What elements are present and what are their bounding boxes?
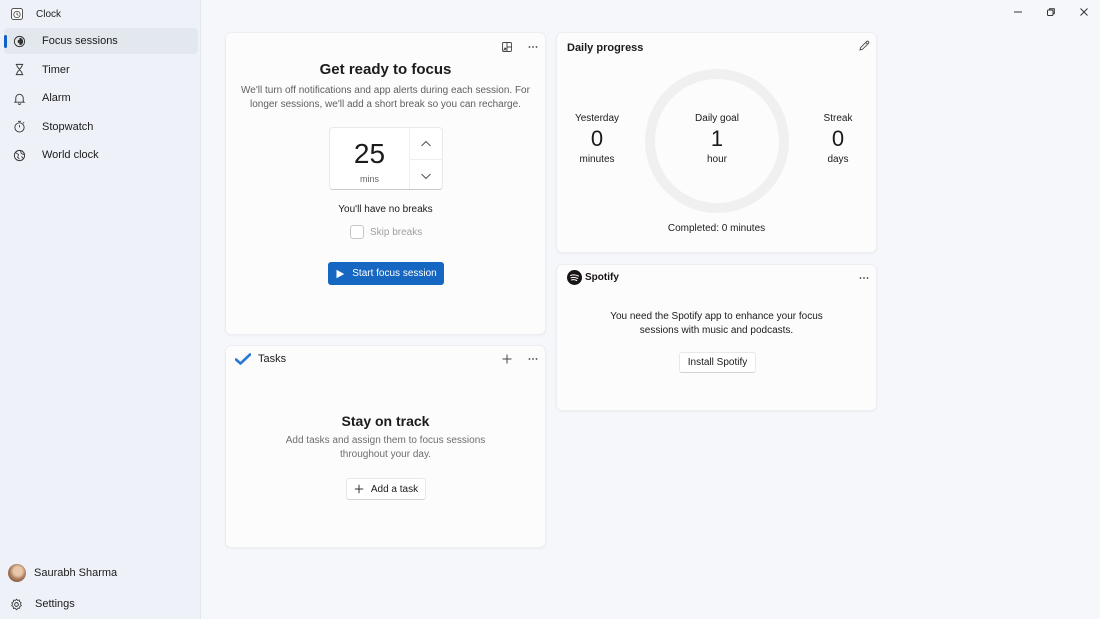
more-icon (859, 277, 869, 279)
pencil-icon (859, 40, 870, 51)
streak-label: Streak (823, 113, 853, 124)
tasks-card: Tasks Stay on track Add tasks and assign… (225, 345, 546, 548)
user-account[interactable]: Saurabh Sharma (8, 563, 117, 583)
focus-description: We'll turn off notifications and app ale… (241, 85, 530, 110)
yesterday-stat: Yesterday 0 minutes (557, 113, 637, 165)
clock-app-icon (11, 8, 23, 20)
spotify-logo: Spotify (567, 270, 619, 285)
edit-goal-button[interactable] (853, 36, 875, 56)
sidebar-item-world-clock[interactable]: World clock (4, 142, 198, 168)
add-a-task-button[interactable]: Add a task (346, 478, 426, 500)
daily-goal-label: Daily goal (695, 113, 739, 124)
avatar (8, 564, 26, 582)
daily-progress-card: Daily progress Yesterday 0 minutes Daily… (556, 32, 877, 253)
increase-duration-button[interactable] (410, 128, 442, 159)
app-title-bar: Clock (10, 6, 61, 22)
focus-session-card: Get ready to focus We'll turn off notifi… (225, 32, 546, 335)
todo-check-icon (235, 353, 251, 365)
duration-stepper[interactable]: 25 mins (329, 127, 443, 190)
spotify-card: Spotify You need the Spotify app to enha… (556, 264, 877, 411)
skip-breaks-label: Skip breaks (370, 226, 423, 238)
yesterday-unit: minutes (579, 154, 615, 165)
sidebar-item-label: Focus sessions (42, 35, 118, 47)
app-title: Clock (36, 8, 62, 20)
sidebar-item-stopwatch[interactable]: Stopwatch (4, 114, 198, 140)
restore-button[interactable] (1034, 2, 1067, 22)
tasks-empty-title: Stay on track (341, 413, 430, 429)
duration-value[interactable]: 25 (330, 138, 409, 170)
user-name: Saurabh Sharma (34, 567, 118, 579)
streak-unit: days (827, 154, 849, 165)
chevron-up-icon (421, 140, 431, 146)
add-task-label: Add a task (370, 483, 419, 495)
streak-value: 0 (831, 126, 845, 151)
settings-button[interactable]: Settings (10, 595, 75, 613)
sidebar-item-label: Stopwatch (42, 120, 94, 133)
plus-icon (502, 354, 512, 364)
play-icon (336, 269, 345, 278)
focus-title: Get ready to focus (319, 61, 452, 78)
completed-text: Completed: 0 minutes (667, 223, 766, 234)
start-focus-session-button[interactable]: Start focus session (328, 262, 444, 285)
sidebar-item-focus-sessions[interactable]: Focus sessions (4, 28, 198, 54)
tasks-more-options-button[interactable] (522, 349, 544, 369)
minimize-button[interactable] (1001, 2, 1034, 22)
yesterday-value: 0 (590, 126, 604, 151)
checkbox-box[interactable] (350, 225, 364, 239)
sidebar-item-timer[interactable]: Timer (4, 57, 198, 83)
sidebar-item-alarm[interactable]: Alarm (4, 85, 198, 111)
daily-goal-value: 1 (710, 126, 724, 151)
start-focus-label: Start focus session (352, 268, 437, 279)
hourglass-icon (12, 63, 26, 77)
yesterday-label: Yesterday (574, 113, 620, 124)
tasks-empty-description: Add tasks and assign them to focus sessi… (285, 435, 486, 460)
streak-stat: Streak 0 days (798, 113, 878, 165)
close-button[interactable] (1067, 2, 1100, 22)
bell-icon (12, 91, 26, 105)
window-controls (1001, 2, 1100, 22)
install-spotify-button[interactable]: Install Spotify (679, 352, 756, 373)
stopwatch-icon (12, 120, 26, 134)
sidebar: Clock Focus sessions Timer Alarm Stopwat… (0, 0, 201, 619)
duration-unit: mins (359, 174, 379, 184)
plus-icon (354, 484, 364, 494)
spotify-icon (567, 270, 582, 285)
close-icon (1079, 8, 1088, 16)
compact-mode-button[interactable] (496, 37, 518, 57)
spotify-brand: Spotify (585, 272, 619, 283)
tasks-title: Tasks (258, 353, 287, 365)
more-icon (528, 358, 538, 360)
focus-icon (12, 34, 26, 48)
minimize-icon (1013, 11, 1022, 13)
breaks-info: You'll have no breaks (338, 204, 433, 215)
restore-icon (1046, 8, 1055, 16)
add-task-icon-button[interactable] (496, 349, 518, 369)
focus-more-options-button[interactable] (522, 37, 544, 57)
spotify-description: You need the Spotify app to enhance your… (610, 311, 823, 336)
more-icon (528, 46, 538, 48)
sidebar-item-label: World clock (42, 149, 99, 162)
sidebar-nav: Focus sessions Timer Alarm Stopwatch Wor… (4, 28, 198, 171)
daily-progress-title: Daily progress (567, 42, 644, 54)
sidebar-item-label: Alarm (42, 92, 71, 105)
tasks-header: Tasks (235, 353, 286, 365)
decrease-duration-button[interactable] (410, 160, 442, 191)
chevron-down-icon (421, 173, 431, 179)
daily-goal-unit: hour (706, 154, 727, 165)
gear-icon (11, 598, 22, 610)
skip-breaks-checkbox[interactable]: Skip breaks (350, 225, 422, 239)
daily-goal-stat: Daily goal 1 hour (677, 113, 757, 165)
compact-overlay-icon (502, 42, 512, 52)
spotify-more-options-button[interactable] (853, 268, 875, 288)
sidebar-item-label: Timer (42, 63, 70, 76)
settings-label: Settings (35, 598, 75, 610)
globe-icon (12, 148, 26, 162)
